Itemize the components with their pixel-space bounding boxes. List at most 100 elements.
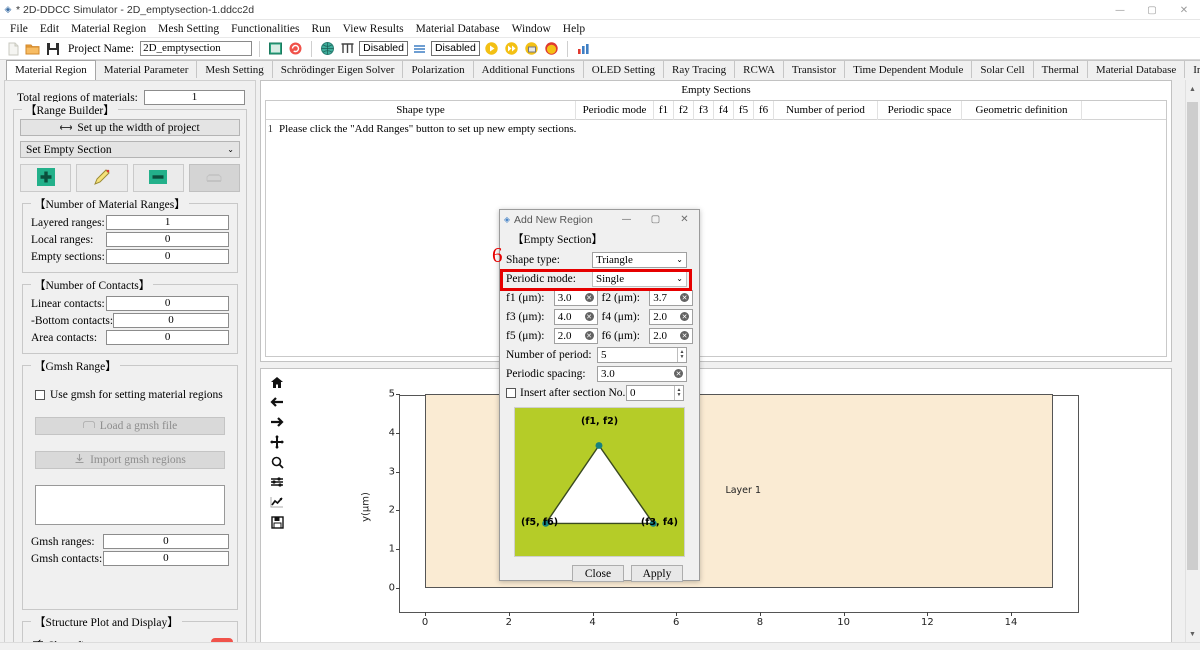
disabled-status-2[interactable]: Disabled	[430, 41, 480, 56]
clear-icon[interactable]: ✕	[680, 312, 689, 321]
tab-thermal[interactable]: Thermal	[1032, 60, 1088, 80]
menu-item-view-results[interactable]: View Results	[337, 23, 410, 35]
minimize-button[interactable]: —	[1104, 0, 1136, 20]
scrollbar-thumb[interactable]	[1187, 102, 1198, 570]
tab-material-region[interactable]: Material Region	[6, 60, 96, 80]
import-gmsh-regions-button[interactable]: Import gmsh regions	[35, 451, 225, 469]
number-of-period-input[interactable]: 5 ▲ ▼	[597, 346, 687, 363]
total-regions-value[interactable]: 1	[143, 90, 245, 105]
gmsh-ranges-value[interactable]: 0	[102, 534, 229, 549]
disabled-status-1[interactable]: Disabled	[359, 41, 408, 56]
f2-input[interactable]: 3.7 ✕	[649, 289, 693, 306]
bottom-contacts-value[interactable]: 0	[113, 313, 229, 328]
tab-mesh-setting[interactable]: Mesh Setting	[196, 60, 273, 80]
stop-icon[interactable]	[543, 40, 560, 57]
clear-range-button[interactable]	[188, 164, 240, 192]
forward-arrow-icon[interactable]	[268, 415, 286, 429]
window-controls[interactable]: — ▢ ✕	[1104, 0, 1200, 20]
configure-subplots-icon[interactable]	[268, 475, 286, 489]
edit-range-button[interactable]	[76, 164, 128, 192]
linear-contacts-value[interactable]: 0	[106, 296, 229, 311]
menu-item-mesh-setting[interactable]: Mesh Setting	[152, 23, 225, 35]
back-arrow-icon[interactable]	[268, 395, 286, 409]
mesh-globe-icon[interactable]	[319, 40, 336, 57]
chart-icon[interactable]	[575, 40, 592, 57]
run-fast-icon[interactable]	[503, 40, 520, 57]
setup-width-button[interactable]: Set up the width of project	[20, 119, 240, 136]
tab-oled-setting[interactable]: OLED Setting	[582, 60, 665, 80]
add-range-button[interactable]	[20, 164, 72, 192]
column-f4[interactable]: f4	[714, 100, 734, 120]
use-gmsh-checkbox[interactable]	[35, 390, 45, 400]
dialog-window-controls[interactable]: — ▢ ✕	[612, 210, 699, 229]
tab-material-database[interactable]: Material Database	[1086, 60, 1186, 80]
periodic-spacing-input[interactable]: 3.0 ✕	[597, 365, 687, 382]
dialog-close-button[interactable]: ✕	[670, 210, 699, 229]
zoom-icon[interactable]	[268, 455, 286, 469]
tab-transistor[interactable]: Transistor	[782, 60, 846, 80]
menu-bar[interactable]: File Edit Material Region Mesh Setting F…	[0, 20, 1200, 38]
tab-polarization[interactable]: Polarization	[402, 60, 474, 80]
column-f5[interactable]: f5	[734, 100, 754, 120]
f1-input[interactable]: 3.0 ✕	[553, 289, 598, 306]
local-ranges-value[interactable]: 0	[106, 232, 229, 247]
vertical-scrollbar[interactable]: ▲ ▼	[1185, 80, 1198, 646]
gmsh-contacts-value[interactable]: 0	[102, 551, 229, 566]
apply-button[interactable]: Apply	[631, 565, 683, 582]
run-export-icon[interactable]	[523, 40, 540, 57]
f5-input[interactable]: 2.0 ✕	[553, 327, 598, 344]
range-action-buttons[interactable]	[20, 164, 240, 192]
column-periodic-space[interactable]: Periodic space	[878, 100, 962, 120]
menu-item-material-region[interactable]: Material Region	[65, 23, 152, 35]
dialog-maximize-button[interactable]: ▢	[641, 210, 670, 229]
clear-icon[interactable]: ✕	[680, 293, 689, 302]
clear-icon[interactable]: ✕	[584, 312, 594, 321]
spinner-icon[interactable]: ▲ ▼	[677, 347, 686, 362]
maximize-button[interactable]: ▢	[1136, 0, 1168, 20]
scroll-up-arrow-icon[interactable]: ▲	[1187, 82, 1198, 95]
column-geometric-definition[interactable]: Geometric definition	[962, 100, 1082, 120]
save-icon[interactable]	[44, 40, 61, 57]
f3-input[interactable]: 4.0 ✕	[553, 308, 598, 325]
project-name-input[interactable]: 2D_emptysection	[140, 41, 253, 56]
shape-type-select[interactable]: Triangle ⌄	[592, 251, 687, 268]
menu-item-functionalities[interactable]: Functionalities	[225, 23, 305, 35]
column-f2[interactable]: f2	[674, 100, 694, 120]
spinner-icon[interactable]: ▲ ▼	[674, 385, 683, 400]
tab-rcwa[interactable]: RCWA	[734, 60, 784, 80]
clear-icon[interactable]: ✕	[584, 293, 594, 302]
load-gmsh-file-button[interactable]: Load a gmsh file	[35, 417, 225, 435]
f6-input[interactable]: 2.0 ✕	[649, 327, 693, 344]
pan-icon[interactable]	[268, 435, 286, 449]
grid-icon[interactable]	[267, 40, 284, 57]
menu-item-window[interactable]: Window	[506, 23, 557, 35]
tab-solar-cell[interactable]: Solar Cell	[971, 60, 1034, 80]
edit-curves-icon[interactable]	[268, 495, 286, 509]
empty-sections-value[interactable]: 0	[106, 249, 229, 264]
add-new-region-dialog[interactable]: ◈ Add New Region — ▢ ✕ 6 【Empty Section】…	[492, 209, 700, 582]
open-folder-icon[interactable]	[24, 40, 41, 57]
lines-icon[interactable]	[411, 40, 428, 57]
empty-sections-table[interactable]: Shape type Periodic mode f1 f2 f3 f4 f5 …	[265, 100, 1167, 357]
dialog-buttons[interactable]: Close Apply	[506, 565, 683, 582]
run-icon[interactable]	[483, 40, 500, 57]
matplotlib-toolbar[interactable]	[265, 375, 289, 529]
scroll-down-arrow-icon[interactable]: ▼	[1187, 627, 1198, 640]
area-contacts-value[interactable]: 0	[106, 330, 229, 345]
home-icon[interactable]	[268, 375, 286, 389]
use-gmsh-checkbox-row[interactable]: Use gmsh for setting material regions	[35, 389, 225, 401]
menu-item-material-database[interactable]: Material Database	[410, 23, 506, 35]
clear-icon[interactable]: ✕	[674, 369, 683, 378]
column-number-of-period[interactable]: Number of period	[774, 100, 878, 120]
gmsh-file-list[interactable]	[35, 485, 225, 525]
clear-icon[interactable]: ✕	[584, 331, 594, 340]
insert-after-checkbox[interactable]	[506, 387, 516, 398]
column-f1[interactable]: f1	[654, 100, 674, 120]
column-periodic-mode[interactable]: Periodic mode	[576, 100, 654, 120]
f4-input[interactable]: 2.0 ✕	[649, 308, 693, 325]
save-figure-icon[interactable]	[268, 515, 286, 529]
layered-ranges-value[interactable]: 1	[106, 215, 229, 230]
close-button[interactable]: Close	[572, 565, 624, 582]
refresh-icon[interactable]	[287, 40, 304, 57]
column-shape-type[interactable]: Shape type	[266, 100, 576, 120]
